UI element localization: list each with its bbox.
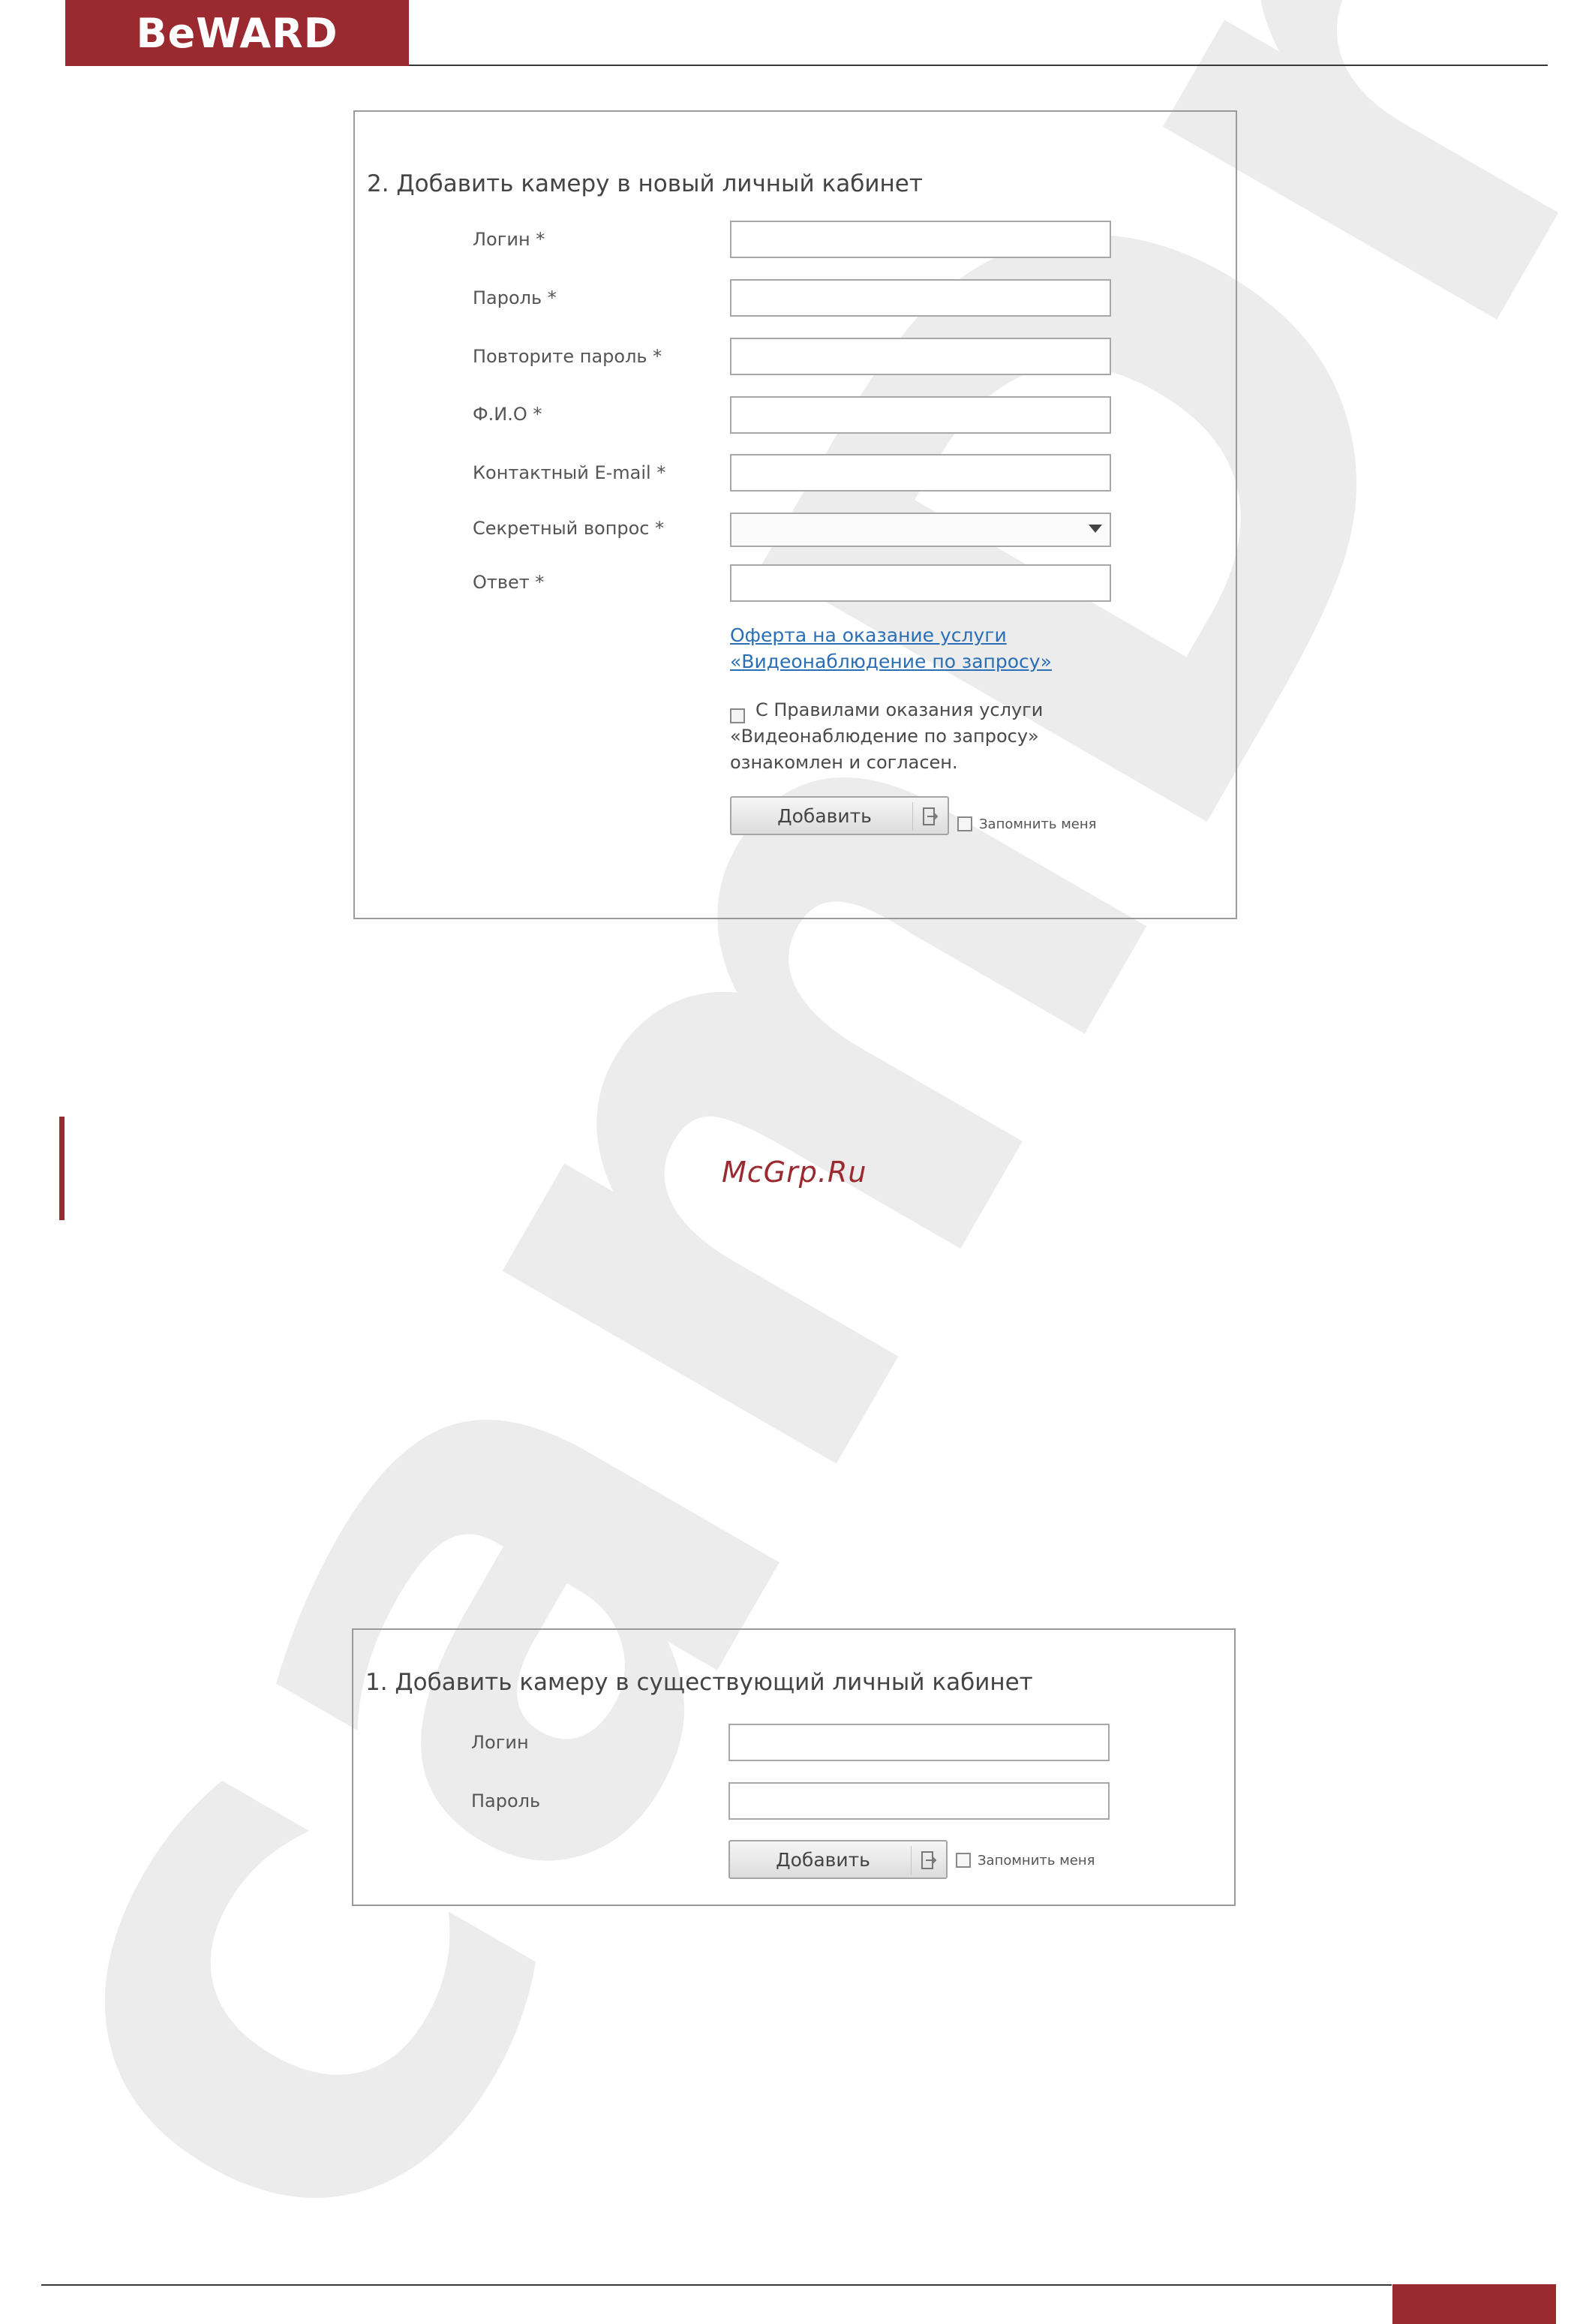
answer-input[interactable] xyxy=(730,564,1111,602)
repeat-password-input[interactable] xyxy=(730,338,1111,375)
login-label: Логин * xyxy=(473,229,545,250)
footer-rule xyxy=(41,2284,1392,2286)
login-arrow-icon xyxy=(921,1851,937,1869)
existing-login-input[interactable] xyxy=(728,1724,1110,1761)
password-label: Пароль * xyxy=(473,287,557,308)
login-input[interactable] xyxy=(730,221,1111,258)
existing-password-label: Пароль xyxy=(471,1790,541,1811)
offer-link[interactable]: Оферта на оказание услуги «Видеонаблюден… xyxy=(730,622,1052,675)
existing-account-panel: 1. Добавить камеру в существующий личный… xyxy=(352,1628,1236,1906)
existing-account-title: 1. Добавить камеру в существующий личный… xyxy=(365,1669,1033,1696)
existing-add-button-label: Добавить xyxy=(776,1848,870,1871)
brand-logo: BeWARD xyxy=(136,9,338,57)
email-input[interactable] xyxy=(730,454,1111,492)
login-arrow-icon xyxy=(923,807,939,825)
full-name-input[interactable] xyxy=(730,396,1111,434)
existing-add-button[interactable]: Добавить xyxy=(728,1840,948,1879)
secret-question-label: Секретный вопрос * xyxy=(473,518,665,539)
email-label: Контактный E-mail * xyxy=(473,462,666,483)
add-button-label: Добавить xyxy=(777,804,872,827)
existing-login-label: Логин xyxy=(471,1732,529,1753)
remember-me-checkbox[interactable] xyxy=(957,816,972,831)
remember-me-label: Запомнить меня xyxy=(979,816,1097,832)
agree-line3: ознакомлен и согласен. xyxy=(730,752,958,773)
chevron-down-icon xyxy=(1089,525,1102,533)
section-marker xyxy=(59,1117,65,1220)
button-divider xyxy=(911,1846,912,1875)
new-account-panel: 2. Добавить камеру в новый личный кабине… xyxy=(353,110,1237,919)
existing-password-input[interactable] xyxy=(728,1782,1110,1820)
new-account-title: 2. Добавить камеру в новый личный кабине… xyxy=(367,170,923,197)
answer-label: Ответ * xyxy=(473,572,545,593)
secret-question-select[interactable] xyxy=(730,513,1111,547)
button-divider xyxy=(912,802,913,831)
existing-remember-me-label: Запомнить меня xyxy=(978,1853,1095,1869)
offer-link-line1: Оферта на оказание услуги xyxy=(730,624,1007,646)
agree-text: С Правилами оказания услуги «Видеонаблюд… xyxy=(730,697,1043,776)
existing-remember-me-checkbox[interactable] xyxy=(956,1853,971,1868)
site-watermark-text: McGrp.Ru xyxy=(722,1156,867,1189)
brand-logo-bar: BeWARD xyxy=(65,0,409,66)
offer-link-line2: «Видеонаблюдение по запросу» xyxy=(730,651,1052,672)
header-rule xyxy=(409,65,1548,66)
repeat-password-label: Повторите пароль * xyxy=(473,346,662,367)
footer-page-block xyxy=(1392,2284,1556,2324)
agree-line1: С Правилами оказания услуги xyxy=(755,699,1044,720)
password-input[interactable] xyxy=(730,279,1111,317)
agree-line2: «Видеонаблюдение по запросу» xyxy=(730,726,1039,747)
add-button[interactable]: Добавить xyxy=(730,796,949,835)
full-name-label: Ф.И.О * xyxy=(473,404,542,425)
